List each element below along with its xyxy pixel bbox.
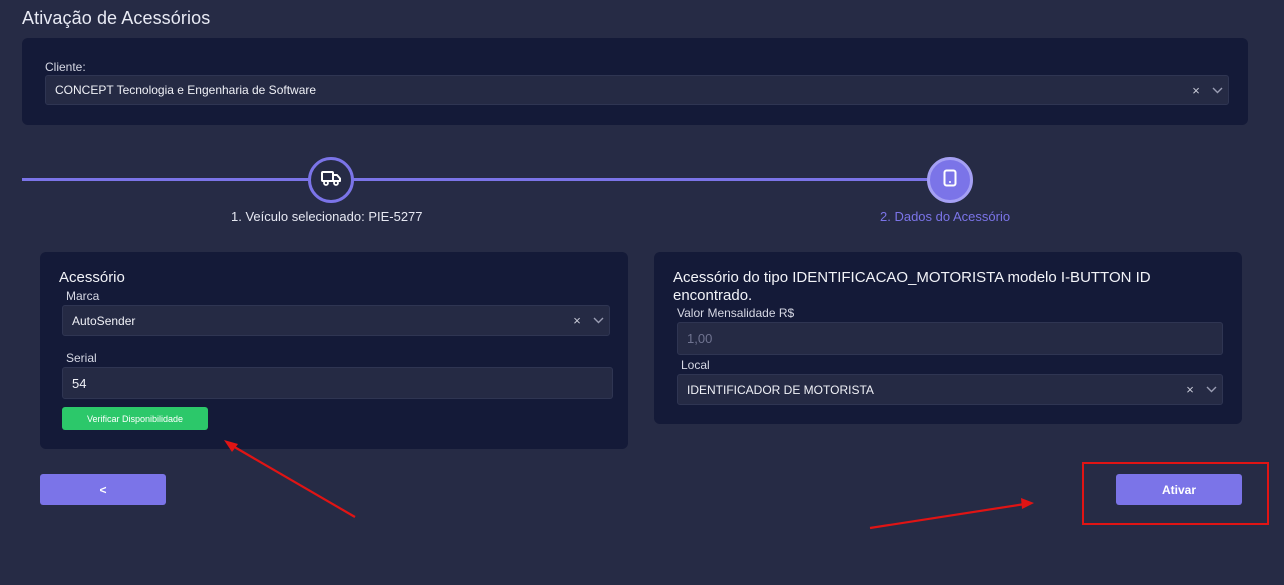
annotation-arrow-activate: [869, 498, 1034, 530]
annotation-arrow-verify: [224, 440, 356, 518]
annotation-arrows: [224, 440, 1034, 530]
